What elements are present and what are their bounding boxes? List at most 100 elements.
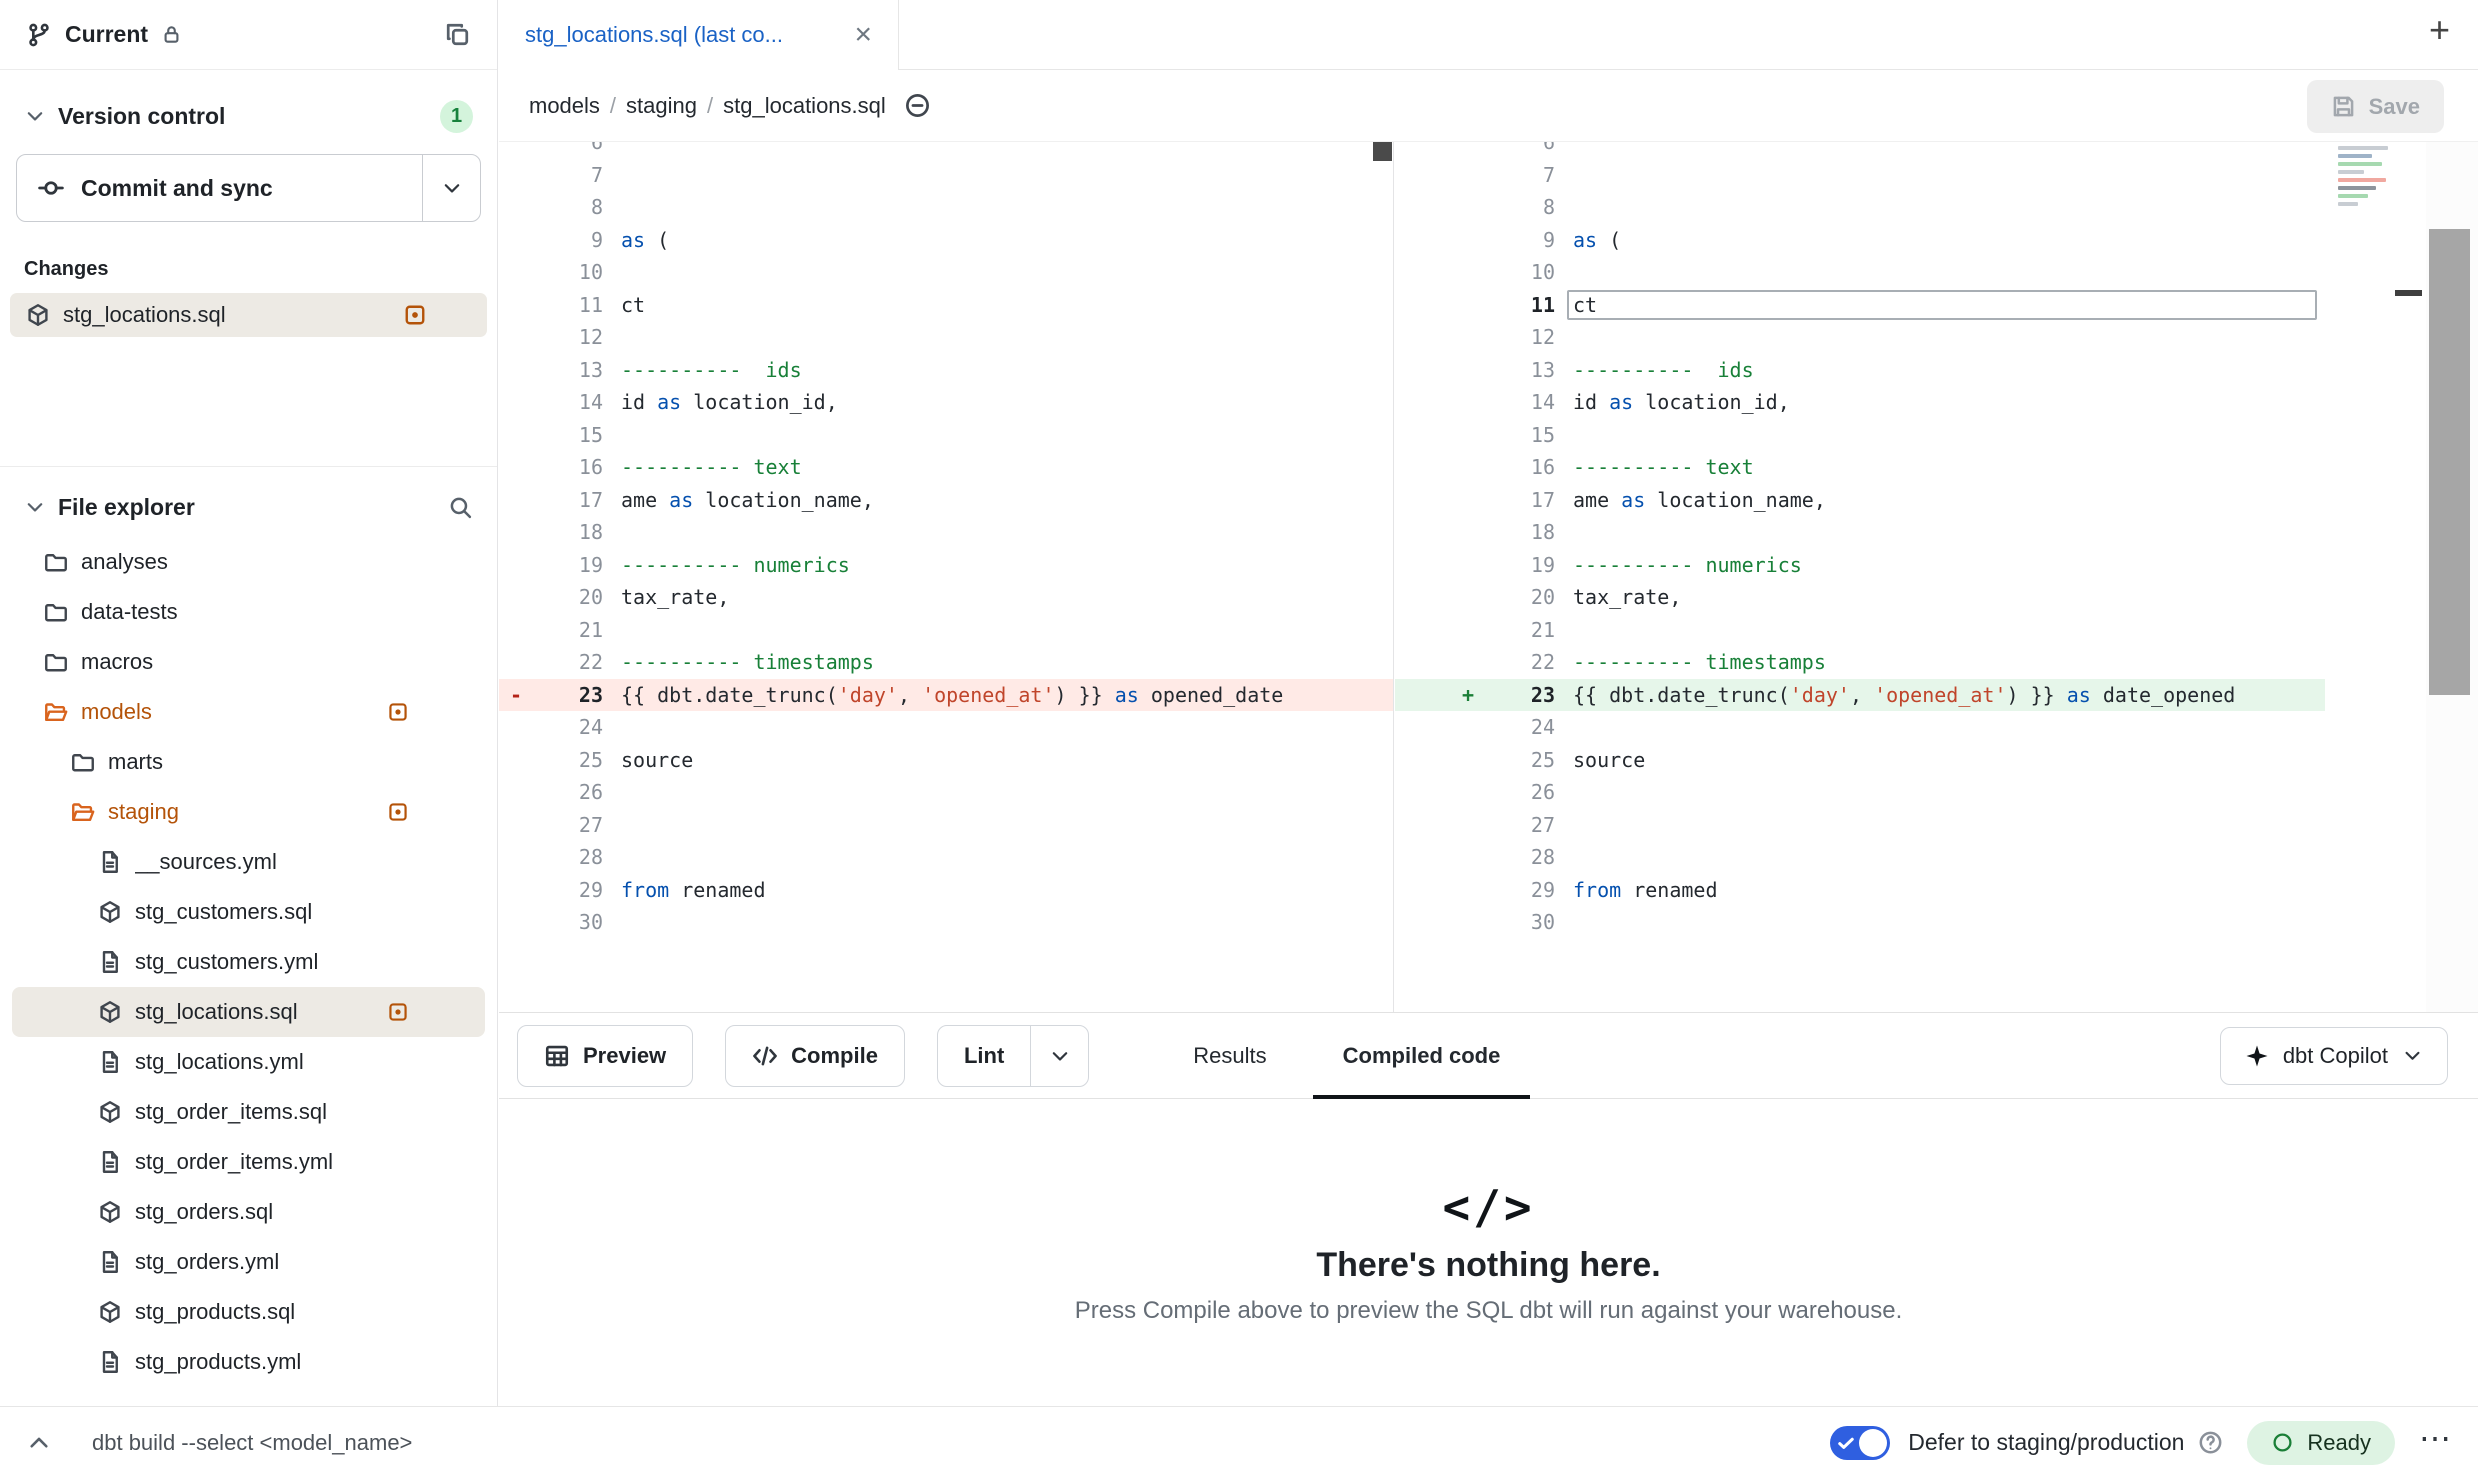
file-explorer-header[interactable]: File explorer: [0, 483, 497, 531]
file-name: marts: [108, 749, 163, 775]
chevron-up-icon[interactable]: [26, 1430, 52, 1456]
file-tree-item-__sources.yml[interactable]: __sources.yml: [12, 837, 485, 887]
model-file-icon: [98, 1300, 122, 1324]
panel-tabs: Results Compiled code: [1155, 1013, 1538, 1098]
file-tree-item-marts[interactable]: marts: [12, 737, 485, 787]
tab-compiled-code[interactable]: Compiled code: [1305, 1013, 1539, 1098]
diff-marker: [1451, 809, 1485, 842]
file-tree-item-data-tests[interactable]: data-tests: [12, 587, 485, 637]
diff-line-8: 8: [499, 191, 1393, 224]
yml-file-icon: [98, 1350, 122, 1374]
diff-marker: [499, 581, 533, 614]
file-tree-item-stg_orders.yml[interactable]: stg_orders.yml: [12, 1237, 485, 1287]
file-tree-item-staging[interactable]: staging: [12, 787, 485, 837]
commit-options-button[interactable]: [422, 155, 480, 221]
lint-button[interactable]: Lint: [938, 1026, 1030, 1086]
file-tree-item-stg_products.sql[interactable]: stg_products.sql: [12, 1287, 485, 1337]
diff-marker: [1451, 906, 1485, 939]
copy-icon[interactable]: [444, 21, 471, 48]
new-tab-button[interactable]: +: [2429, 12, 2450, 48]
diff-line-19: 19---------- numerics: [1395, 549, 2325, 582]
close-icon[interactable]: ×: [854, 20, 872, 50]
diff-marker: [1451, 646, 1485, 679]
lineage-icon[interactable]: [904, 92, 931, 119]
file-name: stg_order_items.sql: [135, 1099, 327, 1125]
overflow-menu-button[interactable]: ⋯: [2419, 1422, 2452, 1464]
minimap[interactable]: [2332, 142, 2400, 1012]
file-tree-item-stg_locations.yml[interactable]: stg_locations.yml: [12, 1037, 485, 1087]
code-text: ---------- ids: [1573, 354, 2325, 387]
code-text: [621, 809, 1393, 842]
file-tree-item-stg_order_items.sql[interactable]: stg_order_items.sql: [12, 1087, 485, 1137]
file-tree-item-stg_orders.sql[interactable]: stg_orders.sql: [12, 1187, 485, 1237]
branch-selector[interactable]: Current: [0, 0, 497, 70]
diff-editor-modified-pane[interactable]: 6789as (1011ct1213---------- ids14id as …: [1395, 142, 2325, 1012]
model-file-icon: [26, 303, 50, 327]
file-tree-item-macros[interactable]: macros: [12, 637, 485, 687]
split-handle[interactable]: [2395, 290, 2422, 296]
line-number: 29: [533, 874, 603, 907]
modified-indicator-icon: [387, 701, 409, 723]
diff-line-6: 6: [499, 142, 1393, 159]
diff-marker: [499, 256, 533, 289]
compile-button[interactable]: Compile: [725, 1025, 905, 1087]
breadcrumb-segment: stg_locations.sql: [723, 93, 886, 118]
diff-marker: [1451, 874, 1485, 907]
toggle-knob: [1859, 1429, 1887, 1457]
changed-file-row[interactable]: stg_locations.sql: [10, 293, 487, 337]
diff-line-15: 15: [1395, 419, 2325, 452]
file-tree: analysesdata-testsmacrosmodels marts stagi…: [0, 537, 497, 1387]
code-text: [621, 419, 1393, 452]
file-tree-item-analyses[interactable]: analyses: [12, 537, 485, 587]
file-explorer-section: File explorer analysesdata-testsmacrosmo…: [0, 467, 497, 1387]
dbt-copilot-button[interactable]: dbt Copilot: [2220, 1027, 2448, 1085]
file-tree-item-stg_customers.sql[interactable]: stg_customers.sql: [12, 887, 485, 937]
editor-scrollbar-thumb[interactable]: [2429, 229, 2470, 695]
diff-line-28: 28: [1395, 841, 2325, 874]
diff-line-29: 29from renamed: [1395, 874, 2325, 907]
model-file-icon: [98, 900, 122, 924]
file-tree-item-stg_customers.yml[interactable]: stg_customers.yml: [12, 937, 485, 987]
search-icon[interactable]: [448, 495, 473, 520]
file-explorer-title: File explorer: [58, 494, 195, 521]
code-text: [621, 142, 1393, 159]
defer-toggle[interactable]: [1830, 1426, 1890, 1460]
lint-split-button: Lint: [937, 1025, 1089, 1087]
code-text: id as location_id,: [1573, 386, 2325, 419]
folder-icon: [44, 700, 68, 724]
preview-button[interactable]: Preview: [517, 1025, 693, 1087]
file-name: stg_customers.yml: [135, 949, 318, 975]
diff-marker: [1451, 142, 1485, 159]
lint-options-button[interactable]: [1030, 1026, 1088, 1086]
modified-code: 6789as (1011ct1213---------- ids14id as …: [1395, 142, 2325, 939]
diff-line-10: 10: [499, 256, 1393, 289]
file-tree-item-models[interactable]: models: [12, 687, 485, 737]
folder-icon: [44, 650, 68, 674]
ready-status-badge[interactable]: Ready: [2247, 1421, 2395, 1465]
code-text: [1573, 906, 2325, 939]
yml-file-icon: [98, 1050, 122, 1074]
save-button[interactable]: Save: [2307, 80, 2444, 133]
line-number: 21: [533, 614, 603, 647]
help-icon[interactable]: [2198, 1430, 2223, 1455]
diff-line-6: 6: [1395, 142, 2325, 159]
code-text: ct: [1573, 289, 2325, 322]
version-control-header[interactable]: Version control 1: [0, 92, 497, 140]
file-tree-item-stg_order_items.yml[interactable]: stg_order_items.yml: [12, 1137, 485, 1187]
empty-state-title: There's nothing here.: [1316, 1246, 1660, 1285]
file-tree-item-stg_locations.sql[interactable]: stg_locations.sql: [12, 987, 485, 1037]
line-number: 15: [1485, 419, 1555, 452]
file-tree-item-stg_products.yml[interactable]: stg_products.yml: [12, 1337, 485, 1387]
pane-scrollbar-thumb[interactable]: [1373, 142, 1392, 161]
editor-scrollbar[interactable]: [2426, 142, 2478, 1012]
diff-line-30: 30: [1395, 906, 2325, 939]
editor-tab[interactable]: stg_locations.sql (last co... ×: [499, 0, 899, 70]
line-number: 28: [533, 841, 603, 874]
diff-editor-original-pane[interactable]: 6789as (1011ct1213---------- ids14id as …: [499, 142, 1394, 1012]
commit-and-sync-button[interactable]: Commit and sync: [17, 155, 422, 221]
line-number: 6: [1485, 142, 1555, 159]
tab-results[interactable]: Results: [1155, 1013, 1304, 1098]
code-text: [1573, 614, 2325, 647]
diff-marker: [499, 321, 533, 354]
command-input[interactable]: dbt build --select <model_name>: [92, 1430, 412, 1456]
